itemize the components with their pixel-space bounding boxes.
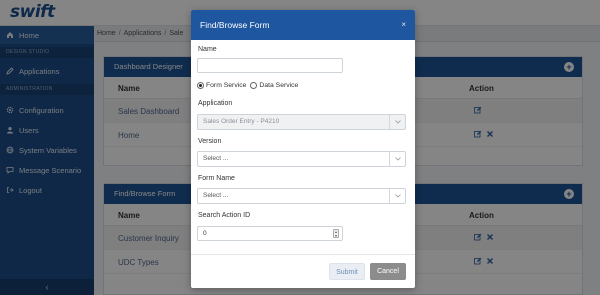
submit-button[interactable]: Submit — [329, 263, 365, 280]
number-stepper-icon[interactable]: ▴ ▾ — [333, 229, 339, 238]
chevron-down-icon — [389, 152, 405, 166]
form-service-label[interactable]: Form Service — [206, 82, 246, 89]
modal-body: Name Form Service Data Service Applicati… — [191, 40, 415, 254]
version-value: Select ... — [203, 155, 229, 162]
application-label: Application — [198, 100, 233, 107]
application-select[interactable]: Sales Order Entry - P4210 — [197, 114, 406, 130]
chevron-down-icon — [389, 115, 405, 129]
search-action-id-input[interactable]: 0 ▴ ▾ — [197, 226, 343, 241]
form-name-label: Form Name — [198, 175, 235, 182]
name-input[interactable] — [197, 58, 343, 73]
cancel-button[interactable]: Cancel — [370, 263, 406, 280]
modal-footer: Submit Cancel — [191, 254, 415, 288]
chevron-down-icon — [389, 189, 405, 203]
name-label: Name — [198, 46, 217, 53]
version-label: Version — [198, 138, 222, 145]
form-name-select[interactable]: Select ... — [197, 188, 406, 204]
modal-header: Find/Browse Form × — [191, 10, 415, 40]
form-name-value: Select ... — [203, 192, 229, 199]
close-icon[interactable]: × — [401, 10, 406, 40]
modal-title: Find/Browse Form — [200, 20, 270, 30]
data-service-radio[interactable] — [250, 82, 258, 89]
find-browse-form-modal: Find/Browse Form × Name Form Service Dat… — [191, 10, 415, 288]
search-action-id-label: Search Action ID — [198, 212, 251, 219]
application-value: Sales Order Entry - P4210 — [203, 118, 280, 125]
service-type-radio-group: Form Service Data Service — [197, 82, 298, 89]
version-select[interactable]: Select ... — [197, 151, 406, 167]
data-service-label[interactable]: Data Service — [259, 82, 298, 89]
form-service-radio[interactable] — [197, 82, 204, 89]
search-action-id-value: 0 — [203, 230, 207, 237]
